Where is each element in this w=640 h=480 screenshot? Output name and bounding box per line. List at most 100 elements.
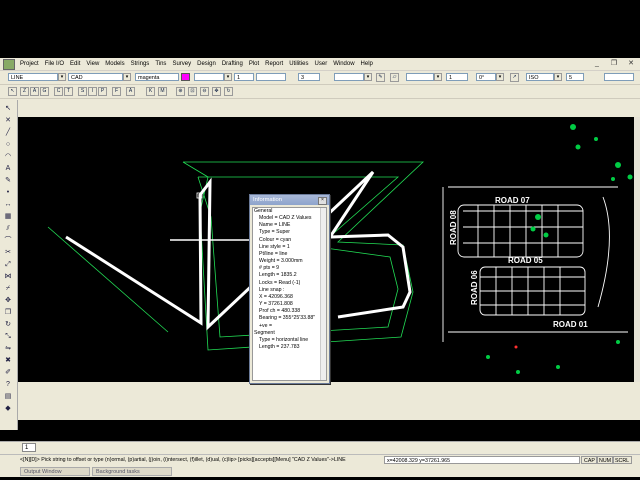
text-dropdown-icon[interactable]: ▾ <box>434 73 442 81</box>
close-icon[interactable]: ✕ <box>624 59 638 68</box>
text-field[interactable] <box>406 73 434 81</box>
snap-c-button[interactable]: C <box>54 87 63 96</box>
menu-design[interactable]: Design <box>194 58 219 70</box>
cross-icon[interactable]: ✕ <box>3 116 13 126</box>
command-field[interactable]: LINE <box>8 73 58 81</box>
snap-g-button[interactable]: G <box>40 87 49 96</box>
snap-p-button[interactable]: P <box>98 87 107 96</box>
snap-m-button[interactable]: M <box>158 87 167 96</box>
info-property: Name = LINE <box>259 222 291 229</box>
menu-survey[interactable]: Survey <box>169 58 194 70</box>
colour-extra-field[interactable] <box>194 73 224 81</box>
regen-icon[interactable]: ↻ <box>224 87 233 96</box>
scale-icon[interactable]: ⤡ <box>3 332 13 342</box>
snap-z-button[interactable]: Z <box>20 87 29 96</box>
snap-s-button[interactable]: S <box>78 87 87 96</box>
break-icon[interactable]: ⌿ <box>3 284 13 294</box>
background-tasks-tab[interactable]: Background tasks <box>92 467 172 476</box>
information-scrollbar[interactable] <box>320 208 326 380</box>
pen-icon[interactable]: ✎ <box>376 73 385 82</box>
menu-models[interactable]: Models <box>102 58 127 70</box>
text-angle-icon[interactable]: ↗ <box>510 73 519 82</box>
colour-tool-icon[interactable]: ◆ <box>3 404 13 414</box>
colour-swatch[interactable] <box>181 73 190 81</box>
menu-plot[interactable]: Plot <box>246 58 262 70</box>
colour-field[interactable]: magenta <box>135 73 179 81</box>
snap-arrow-icon[interactable]: ↖ <box>8 87 17 96</box>
model-dropdown-icon[interactable]: ▾ <box>123 73 131 81</box>
query-icon[interactable]: ? <box>3 380 13 390</box>
menu-file-io[interactable]: File I/O <box>42 58 67 70</box>
circle-tool-icon[interactable]: ○ <box>3 140 13 150</box>
info-property: Length = 237.783 <box>259 343 300 350</box>
snap-a2-button[interactable]: A <box>126 87 135 96</box>
pointer-icon[interactable]: ↖ <box>3 104 13 114</box>
text-style-dropdown-icon[interactable]: ▾ <box>554 73 562 81</box>
line-tool-icon[interactable]: ╱ <box>3 128 13 138</box>
menu-project[interactable]: Project <box>17 58 42 70</box>
weight-dropdown-icon[interactable]: ▾ <box>364 73 372 81</box>
arc-tool-icon[interactable]: ◠ <box>3 152 13 162</box>
minimize-icon[interactable]: _ <box>590 59 604 68</box>
info-property: Type = Super <box>259 229 291 236</box>
snap-a-button[interactable]: A <box>30 87 39 96</box>
output-window-tab[interactable]: Output Window <box>20 467 90 476</box>
restore-icon[interactable]: ❐ <box>607 59 621 68</box>
zoom-window-icon[interactable]: ⊡ <box>188 87 197 96</box>
brush-icon[interactable]: ✎ <box>3 176 13 186</box>
menu-edit[interactable]: Edit <box>67 58 83 70</box>
copy-icon[interactable]: ❐ <box>3 308 13 318</box>
weight-select[interactable] <box>334 73 364 81</box>
model-field[interactable]: CAD <box>68 73 123 81</box>
information-panel[interactable]: Information × General Model = CAD Z Value… <box>249 194 330 384</box>
zoom-in-icon[interactable]: ⊕ <box>176 87 185 96</box>
offset-icon[interactable]: ⫽ <box>3 224 13 234</box>
close-icon[interactable]: × <box>318 197 327 205</box>
menu-user[interactable]: User <box>312 58 331 70</box>
dim-tool-icon[interactable]: ↔ <box>3 200 13 210</box>
layer-icon[interactable]: ▤ <box>3 392 13 402</box>
fillet-icon[interactable]: ⌒ <box>3 236 13 246</box>
menu-report[interactable]: Report <box>262 58 286 70</box>
canvas-vertical-scrollbar[interactable] <box>634 117 640 382</box>
move-icon[interactable]: ✥ <box>3 296 13 306</box>
zoom-out-icon[interactable]: ⊖ <box>200 87 209 96</box>
extend-icon[interactable]: ⤢ <box>3 260 13 270</box>
tree <box>616 340 620 344</box>
command-row: 1 <box>0 441 640 454</box>
point-tool-icon[interactable]: • <box>3 188 13 198</box>
snap-t-button[interactable]: T <box>64 87 73 96</box>
style-pattern-field[interactable] <box>256 73 286 81</box>
menu-utilities[interactable]: Utilities <box>286 58 311 70</box>
menu-tins[interactable]: Tins <box>152 58 169 70</box>
snap-k-button[interactable]: K <box>146 87 155 96</box>
snap-f-button[interactable]: F <box>112 87 121 96</box>
command-index-field[interactable]: 1 <box>22 443 36 452</box>
level-field[interactable]: 1 <box>446 73 468 81</box>
edit-icon[interactable]: ✐ <box>3 368 13 378</box>
menu-window[interactable]: Window <box>330 58 357 70</box>
text-tool-icon[interactable]: A <box>3 164 13 174</box>
hatch-icon[interactable]: ▦ <box>3 212 13 222</box>
text-style-field[interactable]: ISO <box>526 73 554 81</box>
menu-help[interactable]: Help <box>358 58 376 70</box>
snap-i-button[interactable]: I <box>88 87 97 96</box>
extra-field[interactable] <box>604 73 634 81</box>
mirror-icon[interactable]: ⇋ <box>3 344 13 354</box>
angle-field[interactable]: 0° <box>476 73 496 81</box>
menu-drafting[interactable]: Drafting <box>219 58 246 70</box>
text-height-field[interactable]: 5 <box>566 73 584 81</box>
trim-icon[interactable]: ✂ <box>3 248 13 258</box>
menu-strings[interactable]: Strings <box>128 58 153 70</box>
menu-view[interactable]: View <box>83 58 102 70</box>
pan-icon[interactable]: ✥ <box>212 87 221 96</box>
delete-icon[interactable]: ✖ <box>3 356 13 366</box>
line-style-field[interactable]: 1 <box>234 73 254 81</box>
colour-dropdown-icon[interactable]: ▾ <box>224 73 232 81</box>
tag-icon[interactable]: ▱ <box>390 73 399 82</box>
join-icon[interactable]: ⋈ <box>3 272 13 282</box>
weight-field[interactable]: 3 <box>298 73 320 81</box>
rotate-icon[interactable]: ↻ <box>3 320 13 330</box>
angle-dropdown-icon[interactable]: ▾ <box>496 73 504 81</box>
command-dropdown-icon[interactable]: ▾ <box>58 73 66 81</box>
